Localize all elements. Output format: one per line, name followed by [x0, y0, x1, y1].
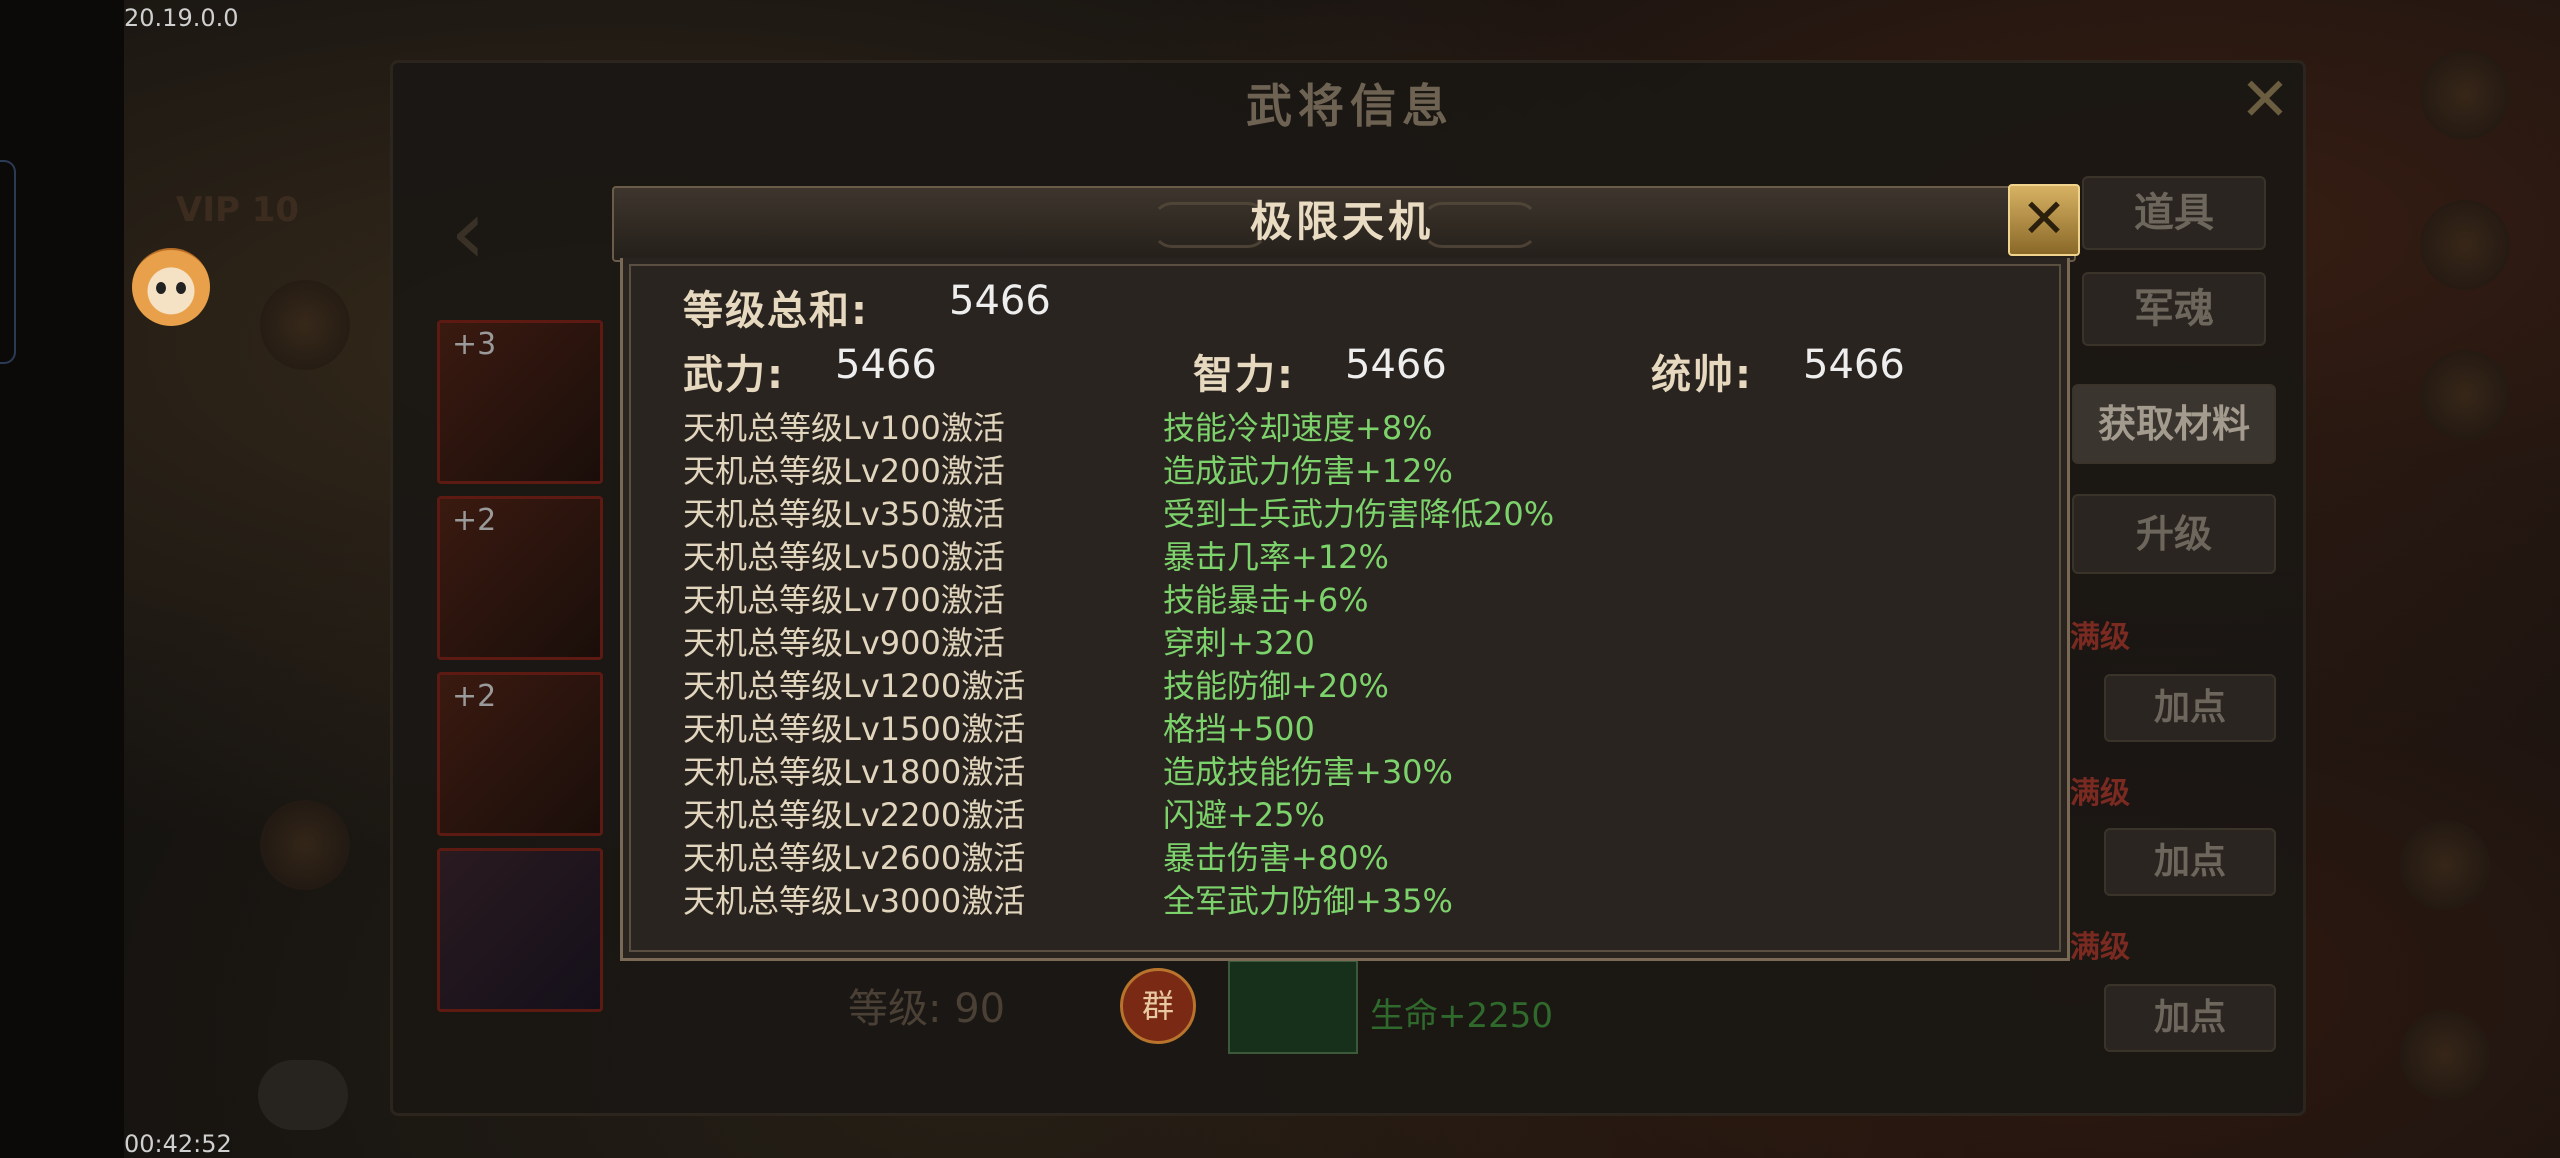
activation-requirement: 天机总等级Lv1500激活 [683, 710, 1026, 748]
activation-requirement: 天机总等级Lv900激活 [683, 624, 1005, 662]
hero-close-icon[interactable]: ✕ [2235, 70, 2295, 130]
bonus-row: 天机总等级Lv500激活 暴击几率+12% [683, 537, 1389, 577]
activation-requirement: 天机总等级Lv1200激活 [683, 667, 1026, 705]
bonus-effect: 格挡+500 [1163, 710, 1315, 748]
equipment-slot[interactable]: +2 [437, 672, 603, 836]
floating-avatar-icon[interactable] [132, 248, 210, 326]
bonus-effect: 技能冷却速度+8% [1163, 409, 1433, 447]
enhance-level: +2 [452, 503, 497, 538]
group-badge: 群 [1120, 968, 1196, 1044]
bonus-effect: 技能防御+20% [1163, 667, 1389, 705]
command-label: 统帅: [1651, 352, 1753, 398]
bonus-row: 天机总等级Lv1500激活 格挡+500 [683, 709, 1315, 749]
treasure-icon[interactable] [2420, 350, 2510, 440]
force-label: 武力: [683, 352, 785, 398]
hero-window-title: 武将信息 [1246, 79, 1454, 133]
helper-icon[interactable] [2420, 200, 2510, 290]
campaign-icon[interactable] [2400, 1010, 2490, 1100]
activation-requirement: 天机总等级Lv700激活 [683, 581, 1005, 619]
get-materials-button[interactable]: 获取材料 [2072, 384, 2276, 464]
equipment-slot[interactable]: +3 [437, 320, 603, 484]
command-value: 5466 [1803, 342, 1905, 388]
activation-requirement: 天机总等级Lv2200激活 [683, 796, 1026, 834]
activation-requirement: 天机总等级Lv100激活 [683, 409, 1005, 447]
world-icon[interactable] [2400, 820, 2490, 910]
activation-requirement: 天机总等级Lv3000激活 [683, 882, 1026, 920]
army-soul-button[interactable]: 军魂 [2082, 272, 2266, 346]
close-icon[interactable]: ✕ [2008, 184, 2080, 256]
menu-icon[interactable] [260, 280, 350, 370]
life-bonus-text: 生命+2250 [1370, 996, 1554, 1036]
bonus-effect: 暴击几率+12% [1163, 538, 1389, 576]
max-level-label: 满级 [2070, 776, 2130, 811]
total-level-value: 5466 [949, 278, 1051, 324]
enhance-level: +2 [452, 679, 497, 714]
bonus-effect: 造成武力伤害+12% [1163, 452, 1453, 490]
vip-badge: VIP 10 [176, 190, 300, 230]
bonus-row: 天机总等级Lv1200激活 技能防御+20% [683, 666, 1389, 706]
bonus-row: 天机总等级Lv2200激活 闪避+25% [683, 795, 1325, 835]
intellect-value: 5466 [1345, 342, 1447, 388]
dialog-title: 极限天机 [1249, 197, 1434, 246]
activation-requirement: 天机总等级Lv1800激活 [683, 753, 1026, 791]
back-arrow-icon[interactable]: ‹ [450, 180, 486, 285]
force-value: 5466 [835, 342, 937, 388]
bonus-effect: 穿刺+320 [1163, 624, 1315, 662]
version-text: 20.19.0.0 [124, 4, 239, 32]
bonus-row: 天机总等级Lv200激活 造成武力伤害+12% [683, 451, 1453, 491]
bonus-row: 天机总等级Lv3000激活 全军武力防御+35% [683, 881, 1453, 921]
activation-requirement: 天机总等级Lv500激活 [683, 538, 1005, 576]
event-icon[interactable] [2420, 50, 2510, 140]
enhance-level: +3 [452, 327, 497, 362]
clock-text: 00:42:52 [124, 1130, 232, 1158]
intellect-label: 智力: [1193, 352, 1295, 398]
bonus-effect: 闪避+25% [1163, 796, 1325, 834]
activation-requirement: 天机总等级Lv2600激活 [683, 839, 1026, 877]
side-handle[interactable] [0, 160, 16, 364]
menu-icon[interactable] [260, 800, 350, 890]
chat-icon[interactable] [258, 1060, 348, 1130]
bonus-row: 天机总等级Lv2600激活 暴击伤害+80% [683, 838, 1389, 878]
items-button[interactable]: 道具 [2082, 176, 2266, 250]
upgrade-button[interactable]: 升级 [2072, 494, 2276, 574]
bonus-effect: 全军武力防御+35% [1163, 882, 1453, 920]
max-level-label: 满级 [2070, 620, 2130, 655]
add-point-button[interactable]: 加点 [2104, 984, 2276, 1052]
limit-tianji-dialog: 极限天机 ✕ 等级总和: 5466 武力: 5466 智力: 5466 统帅: … [612, 184, 2080, 961]
bonus-row: 天机总等级Lv350激活 受到士兵武力伤害降低20% [683, 494, 1554, 534]
bonus-effect: 暴击伤害+80% [1163, 839, 1389, 877]
dialog-body: 等级总和: 5466 武力: 5466 智力: 5466 统帅: 5466 天机… [620, 258, 2070, 961]
skill-icon[interactable] [1228, 960, 1358, 1054]
bonus-row: 天机总等级Lv700激活 技能暴击+6% [683, 580, 1369, 620]
bonus-effect: 造成技能伤害+30% [1163, 753, 1453, 791]
bonus-row: 天机总等级Lv900激活 穿刺+320 [683, 623, 1315, 663]
bonus-row: 天机总等级Lv1800激活 造成技能伤害+30% [683, 752, 1453, 792]
equipment-slot[interactable] [437, 848, 603, 1012]
max-level-label: 满级 [2070, 930, 2130, 965]
total-level-label: 等级总和: [683, 288, 869, 334]
activation-requirement: 天机总等级Lv350激活 [683, 495, 1005, 533]
equipment-slot[interactable]: +2 [437, 496, 603, 660]
bonus-effect: 受到士兵武力伤害降低20% [1163, 495, 1555, 533]
hero-level-text: 等级: 90 [848, 986, 1006, 1032]
bonus-effect: 技能暴击+6% [1163, 581, 1369, 619]
add-point-button[interactable]: 加点 [2104, 828, 2276, 896]
bonus-row: 天机总等级Lv100激活 技能冷却速度+8% [683, 408, 1433, 448]
activation-requirement: 天机总等级Lv200激活 [683, 452, 1005, 490]
add-point-button[interactable]: 加点 [2104, 674, 2276, 742]
